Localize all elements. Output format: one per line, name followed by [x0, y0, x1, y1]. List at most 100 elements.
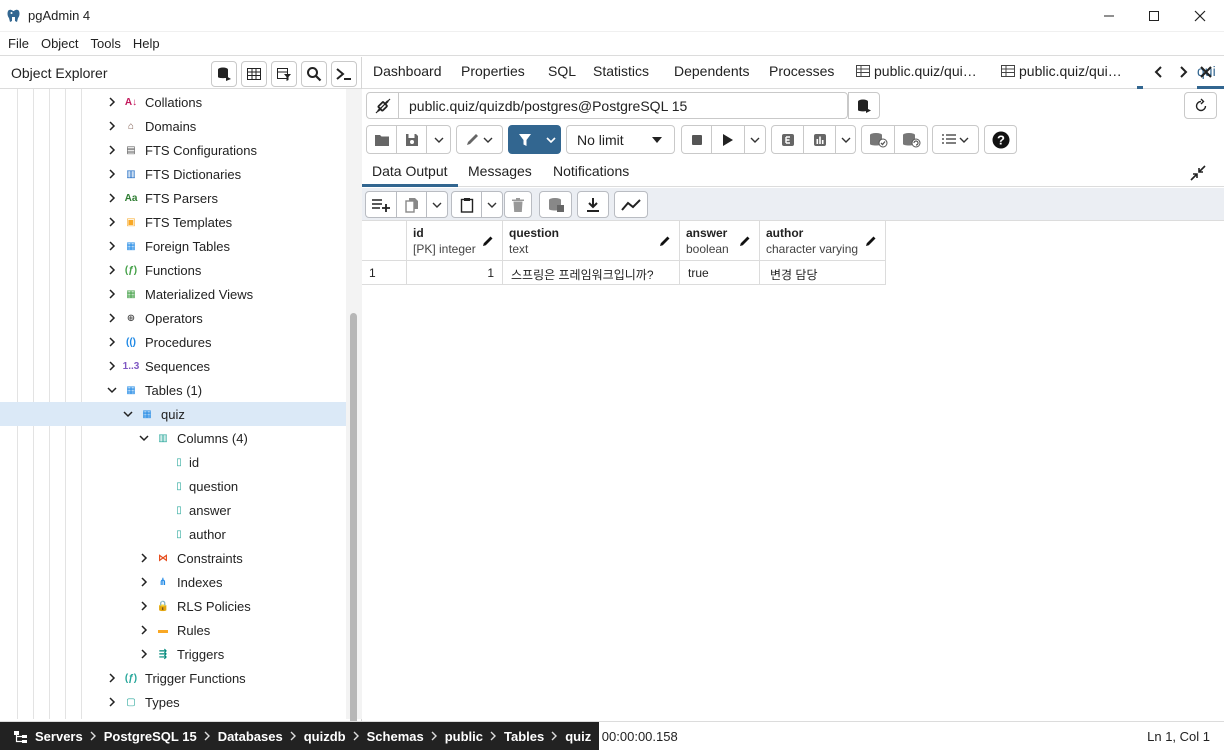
breadcrumb-item[interactable]: PostgreSQL 15: [104, 729, 197, 744]
chevron-right-icon[interactable]: [106, 216, 118, 228]
tree-node-types[interactable]: ▢ Types: [0, 690, 346, 714]
row-number-cell[interactable]: 1: [362, 261, 407, 285]
tree-node-sequences[interactable]: 1..3 Sequences: [0, 354, 346, 378]
tree-node-trigger-functions[interactable]: (ƒ) Trigger Functions: [0, 666, 346, 690]
search-objects-button[interactable]: [301, 61, 327, 87]
tab-sql[interactable]: SQL: [548, 63, 576, 79]
chevron-right-icon[interactable]: [106, 288, 118, 300]
tab-statistics[interactable]: Statistics: [593, 63, 649, 79]
minimize-button[interactable]: [1086, 0, 1132, 32]
tree-node-operators[interactable]: ⊕ Operators: [0, 306, 346, 330]
tree-node-id[interactable]: ▯ id: [0, 450, 346, 474]
menu-help[interactable]: Help: [127, 36, 166, 51]
breadcrumb-item[interactable]: Servers: [35, 729, 83, 744]
column-header-question[interactable]: question text: [503, 221, 680, 261]
chevron-right-icon[interactable]: [106, 144, 118, 156]
tab-dependents[interactable]: Dependents: [674, 63, 750, 79]
download-csv-button[interactable]: [577, 191, 609, 218]
chevron-right-icon[interactable]: [106, 336, 118, 348]
tab-scroll-left-button[interactable]: [1148, 61, 1170, 83]
tab-notifications[interactable]: Notifications: [553, 163, 629, 179]
copy-options-dropdown[interactable]: [426, 191, 448, 218]
menu-tools[interactable]: Tools: [85, 36, 127, 51]
chevron-right-icon[interactable]: [106, 192, 118, 204]
chevron-down-icon[interactable]: [138, 432, 150, 444]
breadcrumb-item[interactable]: quiz: [565, 729, 591, 744]
tree-node-tables-1[interactable]: ▦ Tables (1): [0, 378, 346, 402]
tree-node-rules[interactable]: ▬ Rules: [0, 618, 346, 642]
tree-node-materialized-views[interactable]: ▦ Materialized Views: [0, 282, 346, 306]
tab-dashboard[interactable]: Dashboard: [373, 63, 442, 79]
tab-scroll-right-button[interactable]: [1172, 61, 1194, 83]
tree-node-collations[interactable]: A↓ Collations: [0, 90, 346, 114]
tree-node-fts-configurations[interactable]: ▤ FTS Configurations: [0, 138, 346, 162]
tree-node-question[interactable]: ▯ question: [0, 474, 346, 498]
copy-button[interactable]: [396, 191, 427, 218]
macros-button[interactable]: [932, 125, 979, 154]
psql-tool-button[interactable]: [331, 61, 357, 87]
column-header-answer[interactable]: answer boolean: [680, 221, 760, 261]
table-cell-id[interactable]: 1: [407, 261, 503, 285]
tree-node-fts-parsers[interactable]: Aa FTS Parsers: [0, 186, 346, 210]
reset-layout-button[interactable]: [1184, 92, 1217, 119]
column-header-id[interactable]: id [PK] integer: [407, 221, 503, 261]
rollback-button[interactable]: [894, 125, 928, 154]
tree-node-author[interactable]: ▯ author: [0, 522, 346, 546]
tab-query-2[interactable]: public.quiz/qui…: [1001, 63, 1122, 79]
view-data-button[interactable]: [241, 61, 267, 87]
column-header-author[interactable]: author character varying: [760, 221, 886, 261]
close-window-button[interactable]: [1177, 0, 1223, 32]
chevron-right-icon[interactable]: [106, 96, 118, 108]
chevron-right-icon[interactable]: [106, 168, 118, 180]
chevron-right-icon[interactable]: [138, 624, 150, 636]
row-number-header[interactable]: [362, 221, 407, 261]
commit-button[interactable]: [861, 125, 895, 154]
open-file-button[interactable]: [366, 125, 397, 154]
explain-options-dropdown[interactable]: [835, 125, 856, 154]
minimize-panel-button[interactable]: [1187, 162, 1209, 184]
chevron-right-icon[interactable]: [138, 648, 150, 660]
tree-scrollbar-thumb[interactable]: [350, 313, 357, 739]
tree-node-answer[interactable]: ▯ answer: [0, 498, 346, 522]
tree-node-fts-templates[interactable]: ▣ FTS Templates: [0, 210, 346, 234]
stop-button[interactable]: [681, 125, 712, 154]
tree-node-quiz[interactable]: ▦ quiz: [0, 402, 346, 426]
chevron-down-icon[interactable]: [106, 384, 118, 396]
menu-file[interactable]: File: [2, 36, 35, 51]
chevron-right-icon[interactable]: [138, 552, 150, 564]
filter-rows-button[interactable]: [271, 61, 297, 87]
tab-data-output[interactable]: Data Output: [372, 163, 448, 179]
chevron-down-icon[interactable]: [122, 408, 134, 420]
chevron-right-icon[interactable]: [138, 600, 150, 612]
paste-options-dropdown[interactable]: [481, 191, 503, 218]
tree-node-rls-policies[interactable]: 🔒 RLS Policies: [0, 594, 346, 618]
breadcrumb-item[interactable]: quizdb: [304, 729, 346, 744]
tree-node-foreign-tables[interactable]: ▦ Foreign Tables: [0, 234, 346, 258]
table-cell-author[interactable]: 변경 담당: [760, 261, 886, 285]
tab-query-1[interactable]: public.quiz/qui…: [856, 63, 977, 79]
filter-dropdown[interactable]: [540, 125, 561, 154]
chevron-right-icon[interactable]: [106, 312, 118, 324]
tree-node-procedures[interactable]: (() Procedures: [0, 330, 346, 354]
tab-processes[interactable]: Processes: [769, 63, 834, 79]
breadcrumb-item[interactable]: Schemas: [367, 729, 424, 744]
execute-button[interactable]: [711, 125, 745, 154]
graph-visualiser-button[interactable]: [614, 191, 648, 218]
chevron-right-icon[interactable]: [106, 696, 118, 708]
chevron-right-icon[interactable]: [106, 120, 118, 132]
tree-node-fts-dictionaries[interactable]: ▥ FTS Dictionaries: [0, 162, 346, 186]
chevron-right-icon[interactable]: [106, 240, 118, 252]
explain-button[interactable]: [771, 125, 804, 154]
breadcrumb-item[interactable]: Tables: [504, 729, 544, 744]
query-tool-button[interactable]: [211, 61, 237, 87]
chevron-right-icon[interactable]: [106, 360, 118, 372]
row-limit-select[interactable]: No limit: [566, 125, 675, 154]
connection-selector[interactable]: public.quiz/quizdb/postgres@PostgreSQL 1…: [366, 92, 848, 119]
tree-node-indexes[interactable]: ⋔ Indexes: [0, 570, 346, 594]
add-row-button[interactable]: [365, 191, 397, 218]
tab-properties[interactable]: Properties: [461, 63, 525, 79]
breadcrumb-item[interactable]: Databases: [218, 729, 283, 744]
tree-node-functions[interactable]: (ƒ) Functions: [0, 258, 346, 282]
connection-database-button[interactable]: [848, 92, 880, 119]
delete-row-button[interactable]: [504, 191, 532, 218]
